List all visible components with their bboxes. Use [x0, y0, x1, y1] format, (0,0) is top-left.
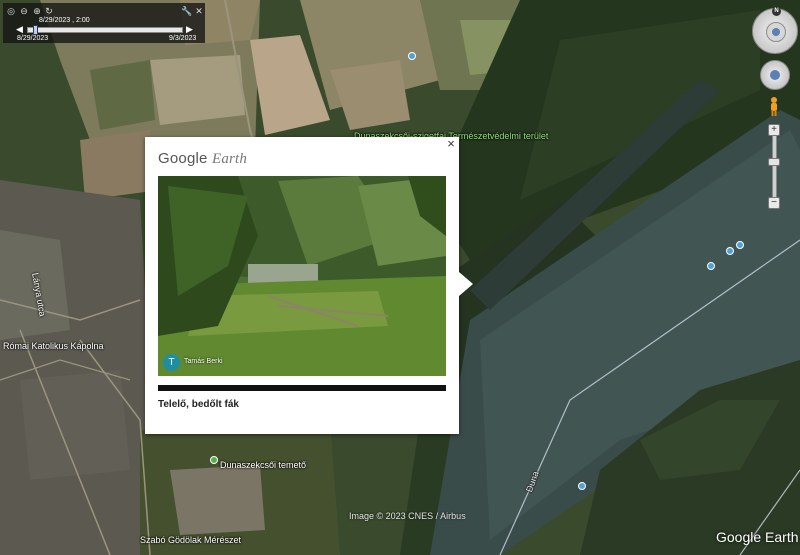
photo-marker[interactable] [707, 262, 715, 270]
author-avatar[interactable]: T [163, 354, 180, 371]
time-slider-track[interactable] [27, 27, 183, 33]
popup-photo[interactable]: T Tamás Berki [158, 176, 446, 376]
map-label-winery[interactable]: Szabó Gödölak Mérészet [140, 535, 241, 545]
photo-popup: × Google Earth T Tamás Berki Telelő, bed… [145, 137, 473, 434]
pegman-icon[interactable] [768, 96, 780, 116]
close-icon[interactable]: ✕ [194, 6, 204, 16]
play-icon[interactable]: ▶ [186, 24, 193, 35]
map-label-church[interactable]: Római Katolikus Kápolna [3, 341, 104, 351]
google-earth-watermark: Google Earth [716, 529, 799, 545]
photo-marker[interactable] [726, 247, 734, 255]
pan-control[interactable] [760, 60, 790, 90]
time-slider-end: 9/3/2023 [169, 35, 197, 42]
close-icon[interactable]: × [444, 137, 458, 151]
north-indicator[interactable]: N [772, 7, 781, 16]
time-slider-panel: ◎ ⊖ ⊕ ↻ 🔧 ✕ 8/29/2023 , 2:00 ◀ ▶ 8/29/20… [3, 3, 205, 43]
globe-icon[interactable]: ◎ [6, 6, 16, 16]
time-slider-thumb[interactable] [33, 25, 38, 35]
zoom-slider-thumb[interactable] [768, 158, 780, 166]
photo-marker[interactable] [736, 241, 744, 249]
photo-caption: Telelő, bedőlt fák [158, 399, 239, 410]
zoom-out-button[interactable]: − [768, 197, 780, 209]
map-label-cemetery[interactable]: Dunaszekcsői temető [220, 460, 306, 470]
zoom-slider-track[interactable] [772, 126, 777, 206]
photo-marker[interactable] [408, 52, 416, 60]
zoom-in-button[interactable]: + [768, 124, 780, 136]
image-credit: Image © 2023 CNES / Airbus [349, 511, 466, 521]
look-icon[interactable] [766, 22, 786, 42]
cemetery-marker[interactable] [210, 456, 218, 464]
photo-progress-bar [158, 385, 446, 391]
zoom-out-icon[interactable]: ⊖ [19, 6, 29, 16]
forest-photo [158, 176, 446, 376]
photo-author[interactable]: Tamás Berki [184, 358, 223, 365]
compass-icon[interactable]: N [752, 7, 798, 54]
zoom-in-icon[interactable]: ⊕ [32, 6, 42, 16]
time-slider-current: 8/29/2023 , 2:00 [39, 17, 90, 24]
refresh-icon[interactable]: ↻ [44, 6, 54, 16]
google-earth-logo: Google Earth [158, 150, 248, 167]
photo-marker[interactable] [578, 482, 586, 490]
wrench-icon[interactable]: 🔧 [181, 6, 192, 16]
popup-pointer [459, 272, 473, 296]
time-slider-start: 8/29/2023 [17, 35, 49, 42]
rewind-icon[interactable]: ◀ [16, 24, 23, 35]
